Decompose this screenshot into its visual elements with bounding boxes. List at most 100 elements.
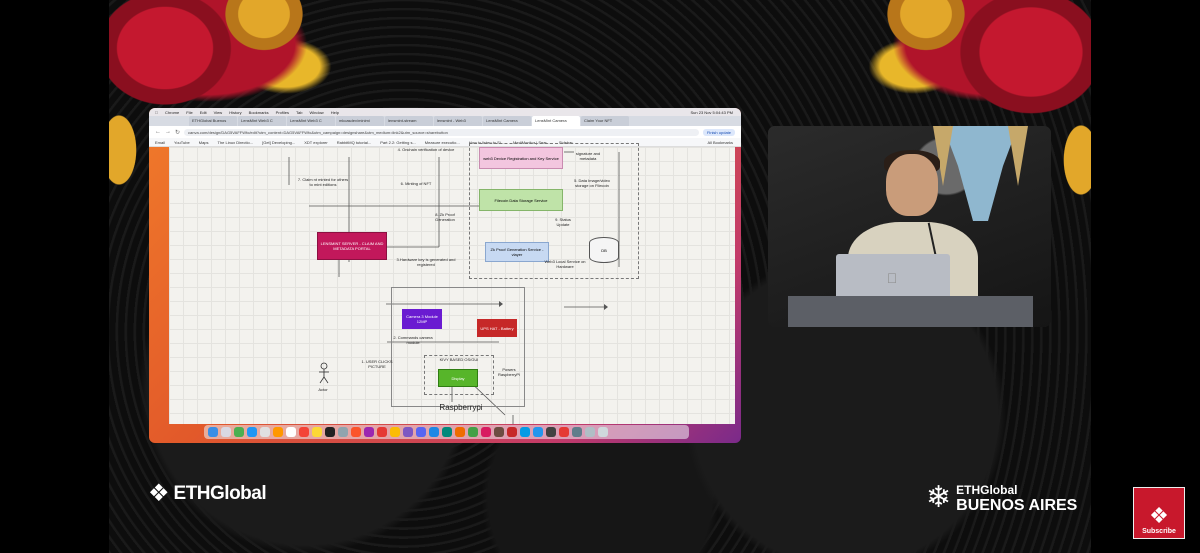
apple-icon[interactable]:  xyxy=(155,110,158,115)
browser-tab[interactable]: Claim Your NFT xyxy=(581,116,629,126)
all-bookmarks-link[interactable]: All Bookmarks xyxy=(707,140,733,145)
reload-icon[interactable]: ↻ xyxy=(175,129,180,136)
browser-tab[interactable]: mkcasdev/minimi xyxy=(336,116,384,126)
discord-icon[interactable] xyxy=(416,427,426,437)
app-icon[interactable] xyxy=(494,427,504,437)
brave-icon[interactable] xyxy=(351,427,361,437)
label-data-storage: 5. Data Image/video storage on Filecoin xyxy=(574,178,610,188)
app-icon[interactable] xyxy=(455,427,465,437)
browser-tab[interactable]: lensmint-stream xyxy=(385,116,433,126)
label-zk-generation: 8. Zk Proof Generation xyxy=(435,212,455,222)
app-icon[interactable] xyxy=(364,427,374,437)
app-icon[interactable] xyxy=(559,427,569,437)
ethglobal-mark-icon: ❖ xyxy=(148,480,170,507)
bookmark-item[interactable]: [Get] Developing... xyxy=(262,140,295,145)
bookmark-item[interactable]: RabbitMQ tutorial... xyxy=(337,140,371,145)
menu-item[interactable]: Bookmarks xyxy=(249,110,269,115)
bookmark-item[interactable]: Email xyxy=(155,140,165,145)
label-actor: Actor xyxy=(318,387,328,392)
app-icon[interactable] xyxy=(507,427,517,437)
bookmark-item[interactable]: Measure executio... xyxy=(425,140,460,145)
app-icon[interactable] xyxy=(546,427,556,437)
label-hardware-key: 3.Hardware key is generated and register… xyxy=(396,257,456,267)
browser-tab[interactable]: LensMint Web3 C xyxy=(287,116,335,126)
browser-tab[interactable]: ETHGlobal Buenos xyxy=(189,116,237,126)
label-claim: 7. Claim nt minted for others to mint ed… xyxy=(297,177,349,187)
app-icon[interactable] xyxy=(260,427,270,437)
docker-icon[interactable] xyxy=(533,427,543,437)
label-raspberrypi: Raspberrypi xyxy=(439,403,483,412)
app-icon[interactable] xyxy=(234,427,244,437)
ethglobal-mark-icon: ❖ xyxy=(1149,503,1169,528)
browser-tab[interactable]: LensMint Web3 C xyxy=(238,116,286,126)
bookmark-item[interactable]: Part 2.2: Getting s... xyxy=(380,140,416,145)
menu-item[interactable]: Profiles xyxy=(276,110,289,115)
city-label: BUENOS AIRES xyxy=(956,497,1078,514)
label-commands: 2. Commands camera module xyxy=(393,335,433,345)
subscribe-button[interactable]: ❖ Subscribe xyxy=(1133,487,1185,539)
app-icon[interactable] xyxy=(481,427,491,437)
app-icon[interactable] xyxy=(468,427,478,437)
ethglobal-logo-left: ❖ ETHGlobal xyxy=(148,480,267,508)
label-local-service: Web3 Local Service on Hardware xyxy=(544,259,586,269)
finish-update-button[interactable]: Finish update xyxy=(702,128,735,136)
podium xyxy=(788,296,1033,327)
subscribe-label: Subscribe xyxy=(1142,528,1176,535)
label-status-update: 9. Status Update xyxy=(555,217,571,227)
launchpad-icon[interactable] xyxy=(221,427,231,437)
chrome-icon[interactable] xyxy=(390,427,400,437)
browser-tab-strip: ETHGlobal Buenos LensMint Web3 C LensMin… xyxy=(149,116,741,126)
backdrop-arrow-graphic xyxy=(933,126,1028,221)
app-icon[interactable] xyxy=(338,427,348,437)
ethglobal-buenos-aires-logo: ❄ ETHGlobal BUENOS AIRES xyxy=(926,478,1077,518)
browser-tab-active[interactable]: LensMint Camera xyxy=(532,116,580,126)
letterbox-right xyxy=(1091,0,1200,553)
label-kivy-gui: KIVY BASED OS/GUI xyxy=(439,357,479,362)
app-icon[interactable] xyxy=(442,427,452,437)
forward-icon[interactable]: → xyxy=(165,129,171,135)
terminal-icon[interactable] xyxy=(325,427,335,437)
menu-item[interactable]: Edit xyxy=(200,110,207,115)
address-bar-row: ← → ↻ canva.com/design/DAG5VAFFWfo/edit?… xyxy=(149,126,741,138)
design-canvas[interactable]: web3 Device Registration and Key Service… xyxy=(169,143,735,424)
calendar-icon[interactable] xyxy=(286,427,296,437)
browser-tab[interactable]: lensmint - Web3 xyxy=(434,116,482,126)
app-icon[interactable] xyxy=(403,427,413,437)
app-icon[interactable] xyxy=(273,427,283,437)
back-icon[interactable]: ← xyxy=(155,129,161,135)
ethglobal-wordmark: ETHGlobal xyxy=(173,483,267,504)
bookmark-item[interactable]: Maps xyxy=(199,140,209,145)
browser-tab[interactable]: LensMint Camera xyxy=(483,116,531,126)
app-icon[interactable] xyxy=(520,427,530,437)
app-icon[interactable] xyxy=(312,427,322,437)
app-icon[interactable] xyxy=(247,427,257,437)
ornament-gold-right xyxy=(866,0,986,70)
label-user-clicks: 1. USER CLICKS PICTURE xyxy=(361,359,393,369)
menu-item[interactable]: Tab xyxy=(296,110,302,115)
url-field[interactable]: canva.com/design/DAG5VAFFWfo/edit?utm_co… xyxy=(184,128,699,136)
macos-dock xyxy=(204,425,689,439)
menu-item[interactable]: View xyxy=(214,110,223,115)
menu-item[interactable]: Window xyxy=(309,110,323,115)
ethglobal-flame-icon: ❄ xyxy=(926,481,952,514)
presentation-screen:  Chrome File Edit View History Bookmark… xyxy=(149,108,741,443)
bookmarks-bar: Email YouTube Maps The Linux Directio...… xyxy=(149,138,741,147)
opera-icon[interactable] xyxy=(377,427,387,437)
trash-icon[interactable] xyxy=(598,427,608,437)
finder-icon[interactable] xyxy=(208,427,218,437)
bookmark-item[interactable]: YouTube xyxy=(174,140,190,145)
bookmark-item[interactable]: XDT explorer xyxy=(304,140,328,145)
bookmark-item[interactable]: The Linux Directio... xyxy=(218,140,254,145)
label-powers: Powers RaspberryPi xyxy=(497,367,520,377)
menu-item[interactable]: Help xyxy=(331,110,339,115)
menu-item[interactable]: File xyxy=(186,110,192,115)
menu-item[interactable]: Chrome xyxy=(165,110,179,115)
app-icon[interactable] xyxy=(429,427,439,437)
app-icon[interactable] xyxy=(585,427,595,437)
app-icon[interactable] xyxy=(299,427,309,437)
menu-item[interactable]: History xyxy=(229,110,241,115)
label-minting: 6. Minting of NFT xyxy=(400,181,432,186)
node-label: LENSMINT SERVER - CLAIM AND METADATA POR… xyxy=(320,241,384,251)
lensmint-server-node[interactable]: LENSMINT SERVER - CLAIM AND METADATA POR… xyxy=(317,232,387,260)
app-icon[interactable] xyxy=(572,427,582,437)
